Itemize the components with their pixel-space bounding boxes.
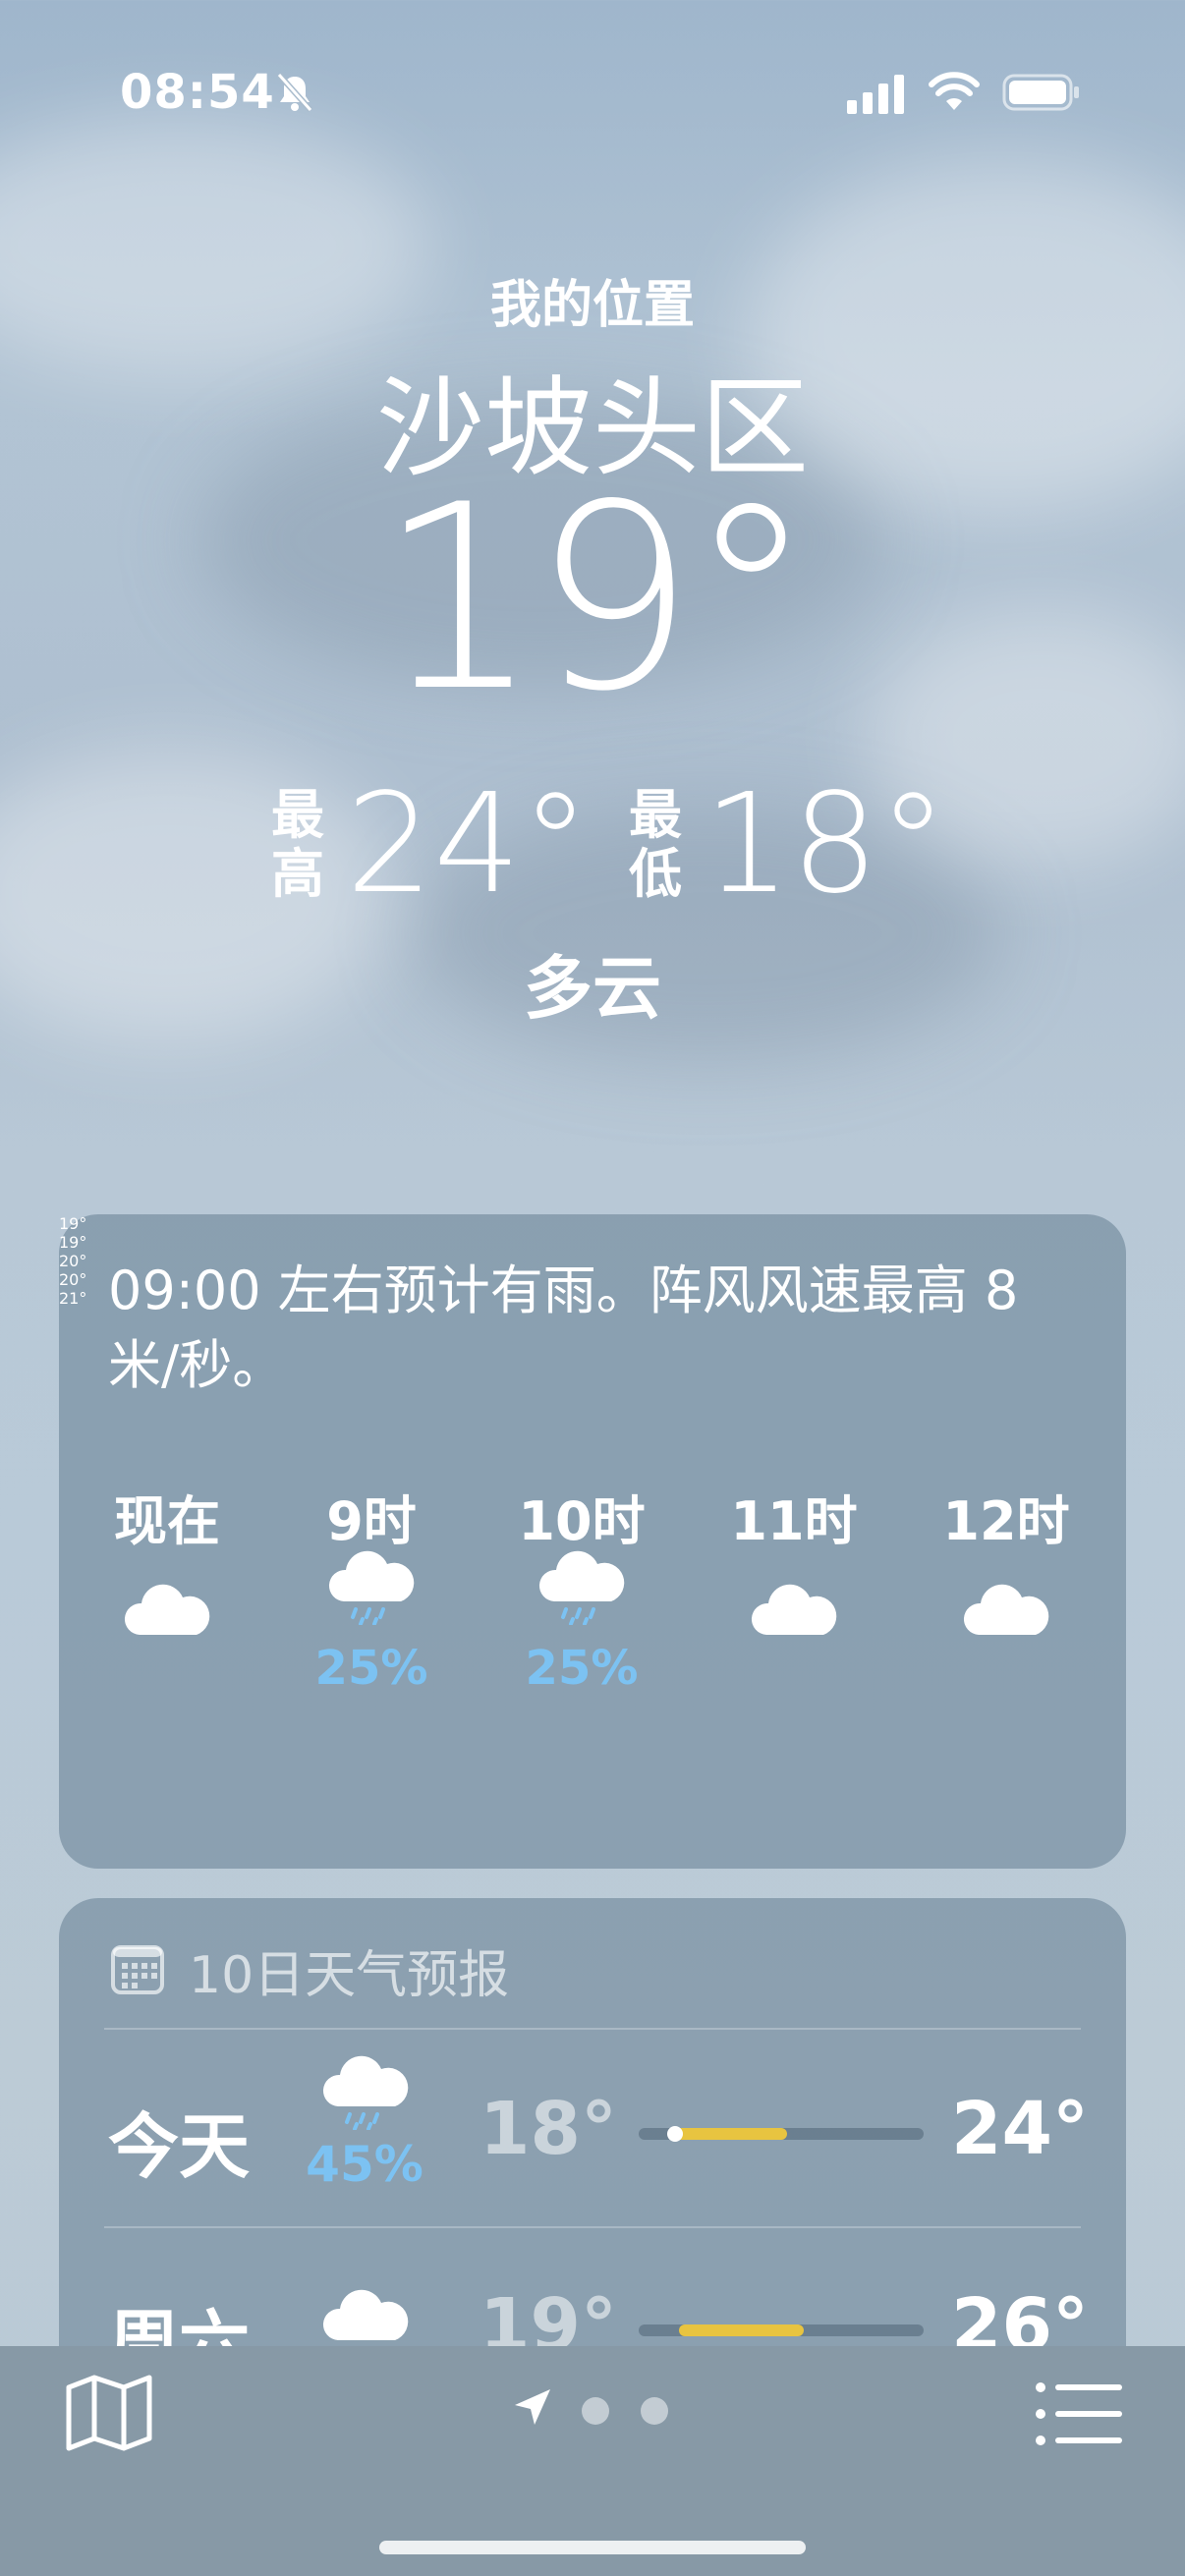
hour-temperature: 19° bbox=[59, 1214, 87, 1233]
hour-label: 现在 bbox=[114, 1490, 220, 1552]
hour-icon-wrap bbox=[918, 1546, 1095, 1664]
hour-label: 11时 bbox=[730, 1490, 858, 1552]
page-dot-3[interactable] bbox=[641, 2397, 668, 2425]
day-low: 18° bbox=[480, 2087, 617, 2171]
hour-column: 9时 25% bbox=[283, 1478, 460, 1696]
current-location-page-icon[interactable] bbox=[511, 2385, 554, 2429]
cloud-icon bbox=[963, 1584, 1049, 1635]
temperature-range-bar bbox=[639, 2324, 924, 2336]
cloud-icon bbox=[751, 1584, 837, 1635]
cloud-icon bbox=[124, 1584, 210, 1635]
location-list-icon[interactable] bbox=[1036, 2381, 1124, 2446]
hour-temperature: 19° bbox=[59, 1233, 87, 1252]
status-bar: 08:54 bbox=[0, 65, 1185, 124]
high-low-temperatures: 最高 24° 最低 18° bbox=[0, 776, 1185, 914]
hour-column: 现在 bbox=[79, 1478, 255, 1664]
high-label: 最高 bbox=[271, 784, 324, 905]
high-temperature: 24° bbox=[346, 764, 591, 924]
hour-label: 10时 bbox=[518, 1490, 646, 1552]
map-icon[interactable] bbox=[65, 2374, 153, 2452]
hour-icon-wrap bbox=[705, 1546, 882, 1664]
hour-column: 12时 bbox=[918, 1478, 1095, 1664]
hour-label: 9时 bbox=[326, 1490, 417, 1552]
hourly-forecast-card[interactable]: 09:00 左右预计有雨。阵风风速最高 8 米/秒。 现在 19° 9时 25% 19°… bbox=[59, 1214, 1126, 1869]
cloud-rain-icon bbox=[328, 1550, 415, 1625]
low-label: 最低 bbox=[629, 784, 682, 905]
temperature-range-fill bbox=[672, 2128, 787, 2140]
home-indicator[interactable] bbox=[379, 2541, 806, 2554]
calendar-icon bbox=[111, 1945, 164, 1994]
battery-icon bbox=[1002, 74, 1079, 111]
page-dot-2[interactable] bbox=[582, 2397, 609, 2425]
hour-icon-wrap: 25% bbox=[283, 1546, 460, 1696]
bell-slash-icon bbox=[276, 73, 313, 112]
hour-column: 10时 25% bbox=[493, 1478, 670, 1696]
low-temperature: 18° bbox=[704, 764, 948, 924]
hour-icon-wrap bbox=[79, 1546, 255, 1664]
hour-column: 11时 bbox=[705, 1478, 882, 1664]
hour-icon-wrap: 25% bbox=[493, 1546, 670, 1696]
day-name: 今天 bbox=[108, 2105, 251, 2188]
clock: 08:54 bbox=[120, 65, 275, 120]
current-temp-dot bbox=[667, 2126, 683, 2142]
precip-chance: 45% bbox=[306, 2136, 423, 2193]
weather-condition: 多云 bbox=[524, 948, 661, 1029]
cloud-rain-icon bbox=[538, 1550, 625, 1625]
day-high: 24° bbox=[951, 2087, 1089, 2171]
forecast-summary: 09:00 左右预计有雨。阵风风速最高 8 米/秒。 bbox=[108, 1260, 1019, 1396]
precip-chance: 25% bbox=[525, 1641, 639, 1696]
day-row[interactable]: 今天 45% 18° 24° bbox=[59, 2030, 1126, 2226]
ten-day-forecast-title: 10日天气预报 bbox=[189, 1946, 510, 2005]
current-temperature: 19° bbox=[377, 451, 816, 748]
cellular-signal-icon bbox=[847, 75, 904, 114]
temperature-range-fill bbox=[678, 2324, 805, 2336]
my-location-label: 我的位置 bbox=[489, 276, 695, 335]
cloud-rain-icon bbox=[322, 2055, 409, 2130]
precip-chance: 25% bbox=[314, 1641, 428, 1696]
hour-label: 12时 bbox=[942, 1490, 1070, 1552]
wifi-icon bbox=[929, 72, 980, 110]
temperature-range-bar bbox=[639, 2126, 924, 2142]
